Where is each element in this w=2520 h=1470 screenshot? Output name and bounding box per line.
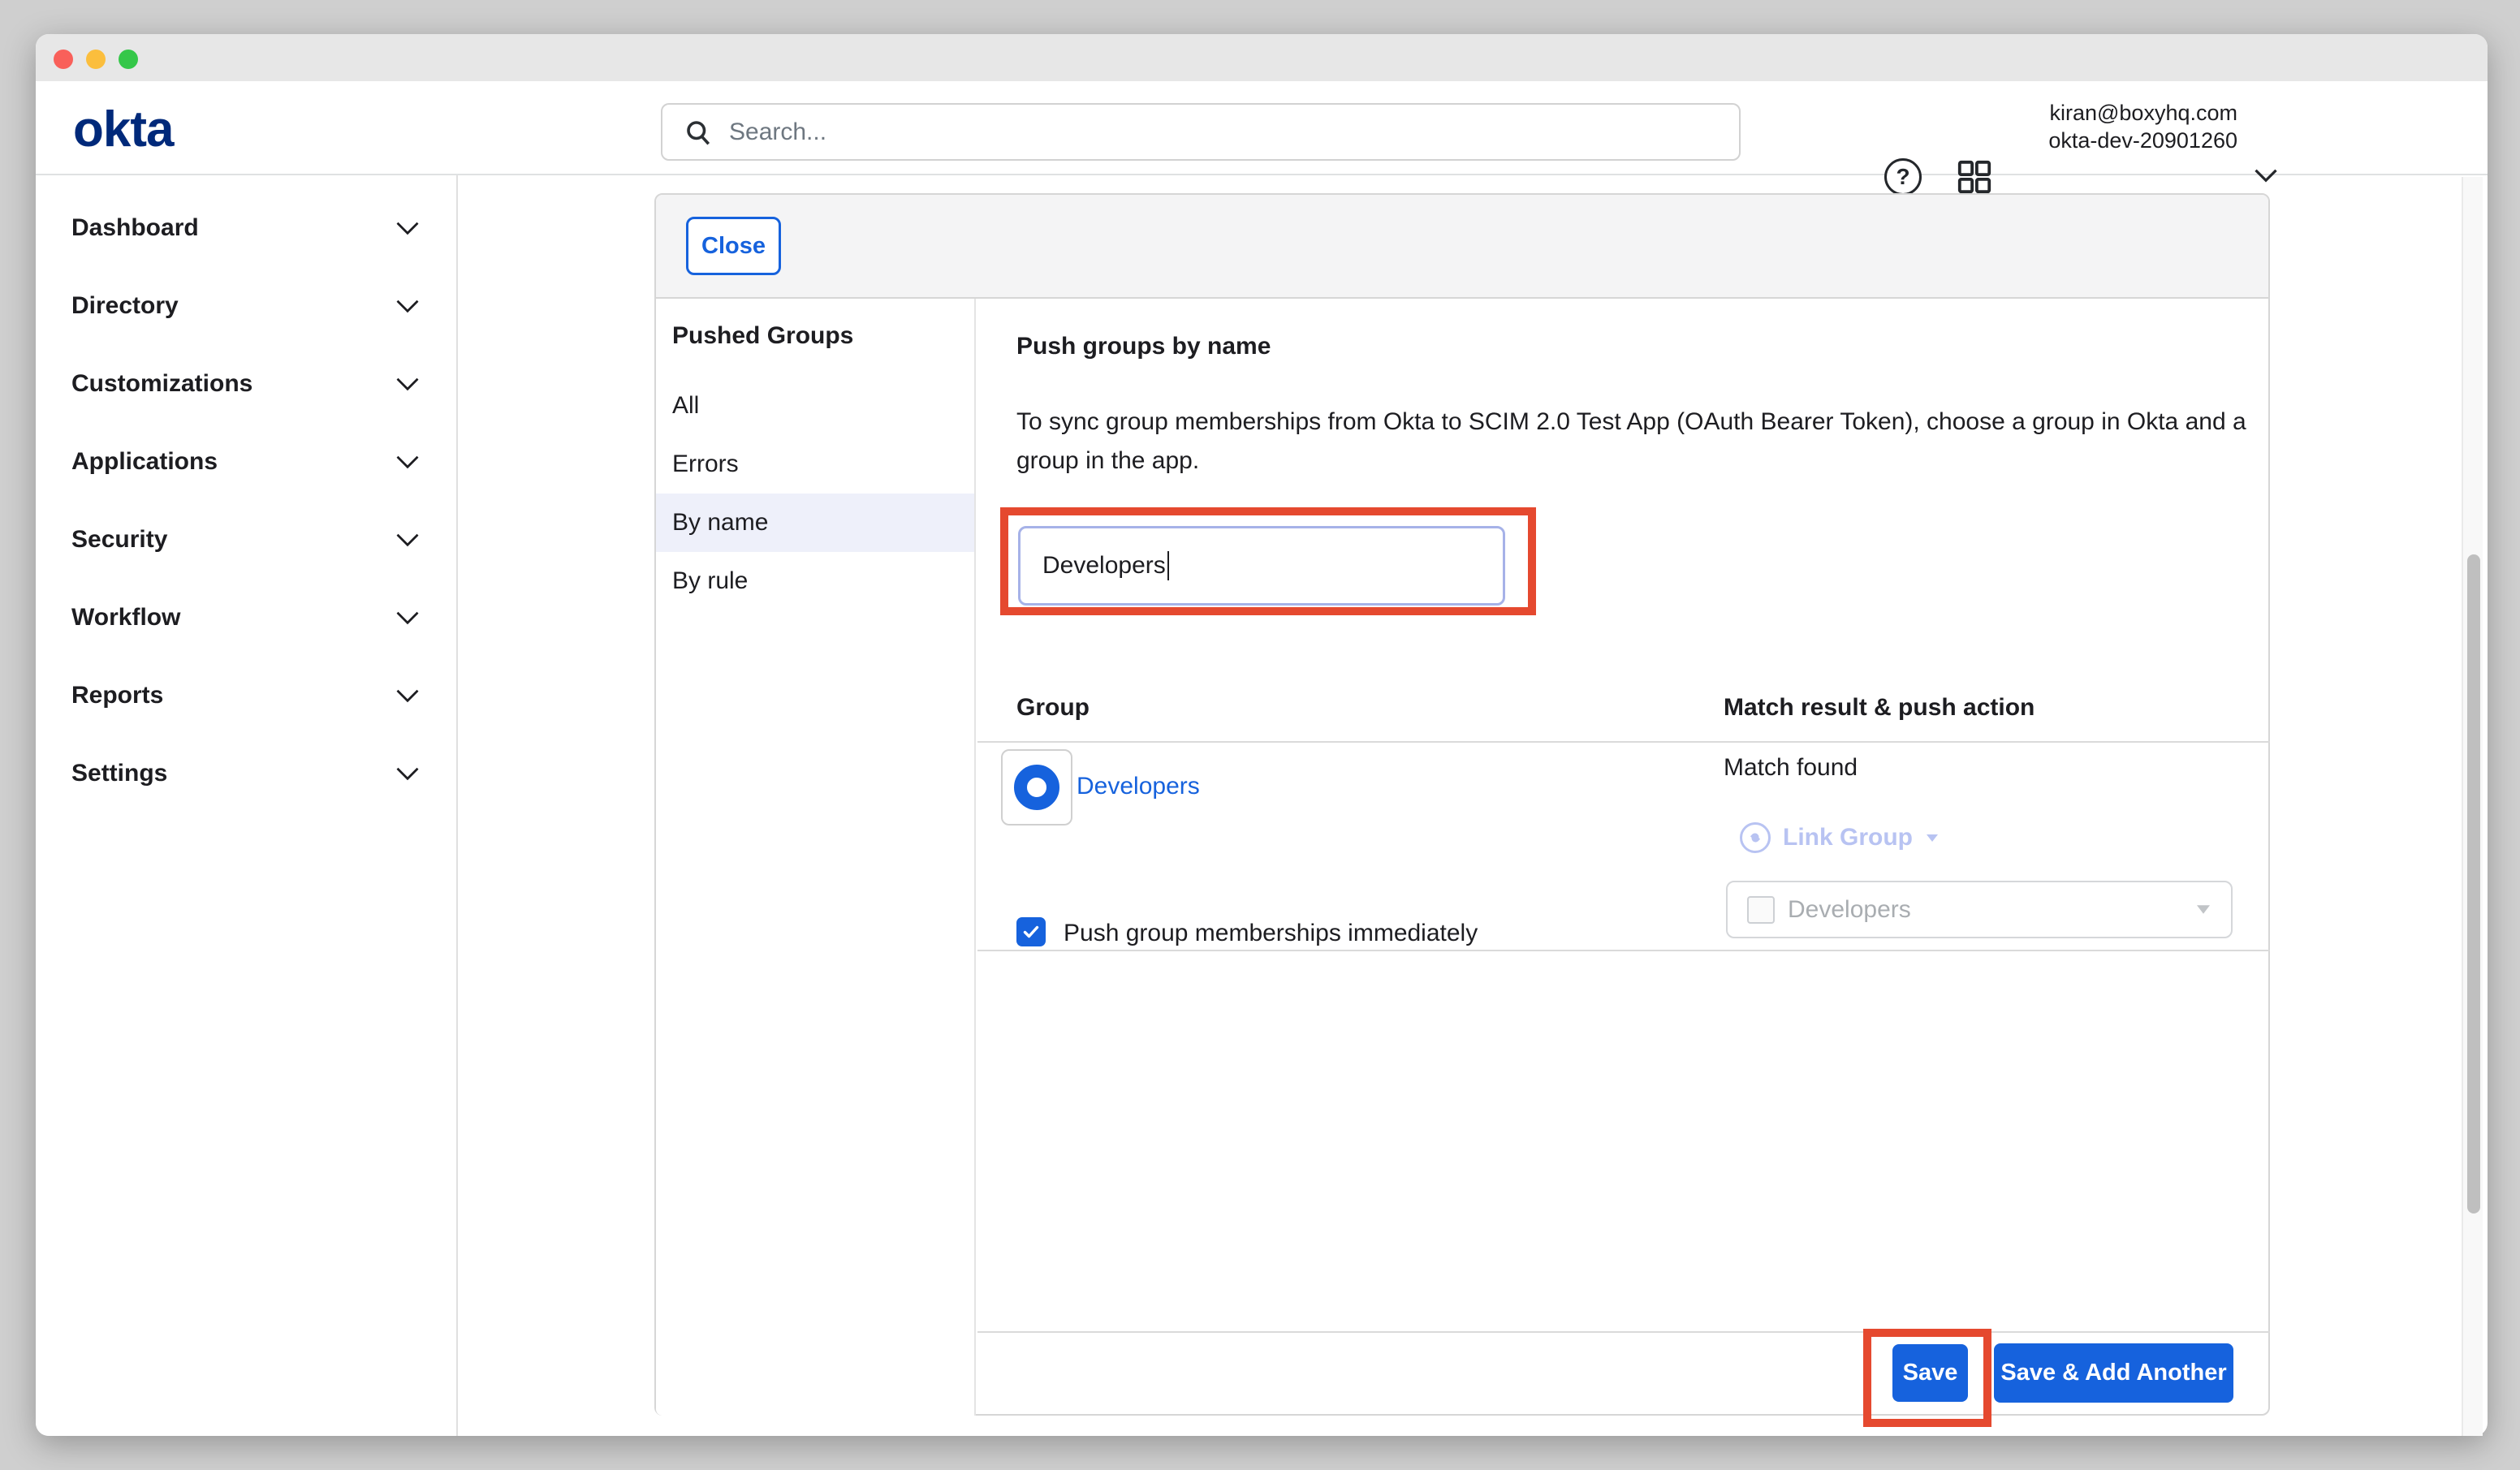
chevron-down-icon [395, 688, 420, 703]
sidebar-item-reports[interactable]: Reports [36, 678, 456, 713]
sidebar-item-security[interactable]: Security [36, 522, 456, 558]
subnav-item-by-rule[interactable]: By rule [656, 552, 974, 610]
window-close-icon[interactable] [54, 50, 73, 69]
panel-header: Close [656, 195, 2268, 299]
content-description: To sync group memberships from Okta to S… [1016, 403, 2246, 481]
pushed-groups-nav: Pushed Groups All Errors By name By rule [656, 299, 976, 1416]
chevron-down-icon [395, 377, 420, 391]
okta-group-icon [1014, 765, 1059, 810]
window-minimize-icon[interactable] [86, 50, 106, 69]
chevron-down-icon [395, 610, 420, 625]
window-titlebar [36, 34, 2488, 82]
group-placeholder-icon [1747, 896, 1775, 924]
app-window: okta ? kiran@boxyhq.com okta-dev-2090126… [36, 34, 2488, 1436]
app-header: okta ? kiran@boxyhq.com okta-dev-2090126… [36, 81, 2488, 175]
table-header-divider [977, 741, 2270, 743]
save-and-add-another-button[interactable]: Save & Add Another [1994, 1343, 2233, 1403]
sidebar-item-settings[interactable]: Settings [36, 756, 456, 791]
desktop-background: { "colors": { "accent_blue": "#1662dd", … [0, 0, 2520, 1470]
help-icon[interactable]: ? [1884, 158, 1922, 196]
group-name-input[interactable]: Developers [1018, 526, 1505, 606]
push-by-name-content: Push groups by name To sync group member… [977, 299, 2270, 1416]
search-input[interactable] [727, 118, 1723, 147]
pushed-groups-title: Pushed Groups [672, 322, 853, 350]
account-email: kiran@boxyhq.com [2025, 99, 2237, 127]
chevron-down-icon [395, 299, 420, 313]
content-heading: Push groups by name [1016, 333, 1271, 360]
text-cursor [1167, 551, 1169, 580]
group-icon-card [1001, 749, 1072, 826]
vertical-scrollbar-track[interactable] [2462, 177, 2483, 1436]
chevron-down-icon [395, 455, 420, 469]
link-group-dropdown-button[interactable]: Link Group [1739, 821, 1940, 854]
main-sidebar: Dashboard Directory Customizations Appli… [36, 175, 458, 1436]
sidebar-item-applications[interactable]: Applications [36, 444, 456, 480]
caret-down-icon [1927, 834, 1938, 841]
subnav-item-by-name[interactable]: By name [656, 494, 974, 552]
account-menu[interactable]: kiran@boxyhq.com okta-dev-20901260 [2025, 99, 2237, 154]
search-icon [684, 118, 713, 147]
window-zoom-icon[interactable] [119, 50, 138, 69]
sidebar-item-customizations[interactable]: Customizations [36, 366, 456, 402]
vertical-scrollbar-thumb[interactable] [2467, 554, 2480, 1214]
sidebar-item-directory[interactable]: Directory [36, 288, 456, 324]
target-group-select[interactable]: Developers [1726, 881, 2233, 938]
col-header-group: Group [1016, 694, 1090, 722]
account-chevron-down-icon[interactable] [2254, 167, 2278, 183]
close-button[interactable]: Close [686, 217, 781, 275]
subnav-item-errors[interactable]: Errors [656, 435, 974, 494]
footer-divider [977, 1331, 2270, 1333]
account-org: okta-dev-20901260 [2025, 127, 2237, 154]
chevron-down-icon [395, 221, 420, 235]
sidebar-item-workflow[interactable]: Workflow [36, 600, 456, 636]
chevron-down-icon [395, 766, 420, 781]
select-caret-icon [2197, 905, 2210, 913]
push-immediately-checkbox[interactable] [1016, 917, 1046, 946]
apps-grid-icon[interactable] [1956, 158, 1993, 196]
chevron-down-icon [395, 532, 420, 547]
link-icon [1739, 821, 1771, 854]
checkmark-icon [1021, 922, 1041, 942]
match-status: Match found [1724, 754, 1858, 782]
okta-logo[interactable]: okta [73, 106, 173, 154]
subnav-item-all[interactable]: All [656, 377, 974, 435]
group-link[interactable]: Developers [1077, 773, 1200, 800]
push-groups-panel: Close Pushed Groups All Errors By name B… [654, 193, 2270, 1416]
save-button[interactable]: Save [1892, 1344, 1968, 1402]
push-immediately-label: Push group memberships immediately [1064, 920, 1478, 947]
sidebar-item-dashboard[interactable]: Dashboard [36, 210, 456, 246]
table-row-divider [977, 950, 2270, 951]
col-header-match: Match result & push action [1724, 694, 2035, 722]
global-search[interactable] [661, 103, 1741, 161]
